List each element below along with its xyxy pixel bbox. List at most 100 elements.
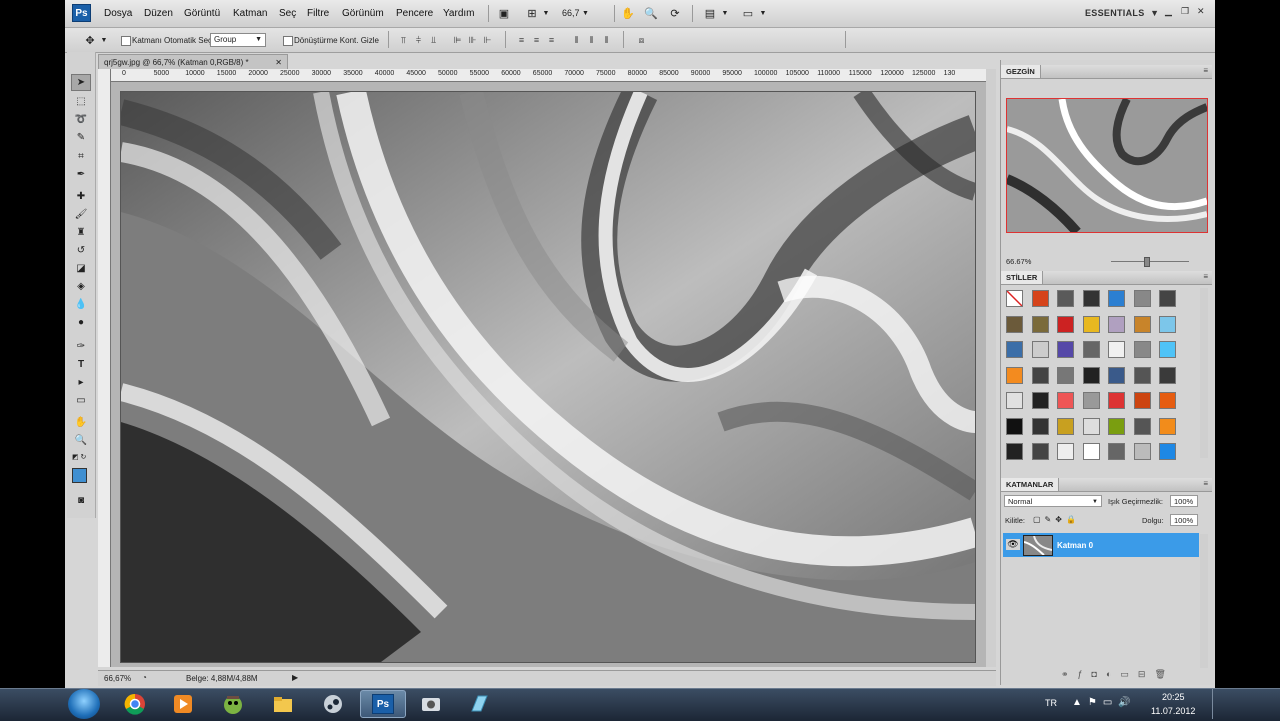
start-button[interactable]	[68, 689, 100, 719]
style-preset-swatch[interactable]	[1057, 443, 1074, 460]
style-preset-swatch[interactable]	[1108, 315, 1125, 333]
style-preset-swatch[interactable]	[1082, 341, 1100, 358]
marquee-tool-icon[interactable]: ⬚	[71, 93, 91, 110]
rotate-view-icon[interactable]: ⟳	[668, 6, 682, 20]
close-icon[interactable]: ✕	[1197, 6, 1205, 17]
style-preset-swatch[interactable]	[1006, 341, 1023, 358]
transform-controls-checkbox[interactable]	[283, 36, 293, 46]
fill-field[interactable]: 100%	[1170, 514, 1198, 526]
menu-help[interactable]: Yardım	[443, 8, 475, 19]
auto-select-checkbox[interactable]	[121, 36, 131, 46]
style-preset-swatch[interactable]	[1057, 315, 1074, 333]
distribute-hcenter-icon[interactable]: ⦀	[585, 34, 598, 46]
style-preset-swatch[interactable]	[1108, 341, 1125, 358]
style-preset-swatch[interactable]	[1006, 417, 1023, 435]
shape-tool-icon[interactable]: ▭	[71, 392, 91, 409]
chevron-down-icon[interactable]: ▼	[718, 6, 732, 20]
style-preset-swatch[interactable]	[1133, 315, 1151, 333]
healing-brush-tool-icon[interactable]: ✚	[71, 188, 91, 205]
view-extras-icon[interactable]: ⊞	[525, 6, 539, 20]
style-preset-swatch[interactable]	[1082, 366, 1100, 384]
style-preset-swatch[interactable]	[1159, 443, 1176, 460]
style-preset-swatch[interactable]	[1057, 366, 1074, 384]
style-preset-swatch[interactable]	[1082, 392, 1100, 409]
style-preset-swatch[interactable]	[1133, 392, 1151, 409]
style-preset-swatch[interactable]	[1108, 417, 1125, 435]
vertical-ruler[interactable]	[98, 69, 111, 667]
zoom-status[interactable]: 66,67%	[104, 674, 131, 683]
image-canvas[interactable]	[121, 92, 975, 662]
menu-window[interactable]: Pencere	[396, 8, 433, 19]
style-preset-swatch[interactable]	[1133, 417, 1151, 435]
menu-image[interactable]: Görüntü	[184, 8, 220, 19]
blend-mode-dropdown[interactable]: Normal ▼	[1004, 495, 1102, 507]
styles-panel-tab[interactable]: STİLLER ≡	[1001, 271, 1212, 285]
auto-select-dropdown[interactable]: Group ▼	[210, 33, 266, 47]
align-bottom-icon[interactable]: ⫫	[427, 34, 440, 46]
style-preset-swatch[interactable]	[1082, 443, 1100, 460]
style-preset-swatch[interactable]	[1108, 443, 1125, 460]
style-preset-swatch[interactable]	[1159, 392, 1176, 409]
workspace-switcher[interactable]: ESSENTIALS ▼	[1085, 8, 1159, 18]
style-preset-swatch[interactable]	[1031, 341, 1049, 358]
align-left-icon[interactable]: ⊫	[451, 34, 464, 46]
default-colors-icon[interactable]: ◩ ↻	[72, 453, 86, 461]
zoom-level-field[interactable]: 66,7 ▼	[562, 6, 600, 20]
move-tool-preset-icon[interactable]: ✥	[83, 33, 97, 47]
navigator-panel-tab[interactable]: GEZGİN ≡	[1001, 65, 1212, 79]
layer-name[interactable]: Katman 0	[1057, 541, 1093, 550]
distribute-left-icon[interactable]: ⦀	[570, 34, 583, 46]
style-preset-swatch[interactable]	[1108, 366, 1125, 384]
zoom-tool-icon[interactable]: 🔍	[71, 432, 91, 449]
status-arrow-icon[interactable]: ▶	[292, 673, 298, 682]
style-preset-swatch[interactable]	[1031, 315, 1049, 333]
steam-icon[interactable]	[310, 690, 356, 718]
style-preset-swatch[interactable]	[1057, 290, 1074, 307]
minimize-icon[interactable]: ▁	[1165, 6, 1172, 17]
hand-tool-icon[interactable]: ✋	[621, 6, 635, 20]
menu-layer[interactable]: Katman	[233, 8, 267, 19]
style-preset-swatch[interactable]	[1159, 315, 1176, 333]
tray-icons[interactable]: ▲⚑▭🔊	[1072, 697, 1137, 708]
chrome-icon[interactable]	[112, 690, 158, 718]
history-brush-tool-icon[interactable]: ↺	[71, 242, 91, 259]
style-preset-swatch[interactable]	[1108, 290, 1125, 307]
photoshop-logo[interactable]: Ps	[72, 4, 91, 22]
style-preset-swatch[interactable]	[1133, 341, 1151, 358]
foreground-color-swatch[interactable]	[72, 468, 87, 483]
vertical-scrollbar[interactable]	[986, 69, 996, 667]
opacity-field[interactable]: 100%	[1170, 495, 1198, 507]
distribute-top-icon[interactable]: ≡	[515, 34, 528, 46]
style-preset-swatch[interactable]	[1006, 366, 1023, 384]
style-preset-swatch[interactable]	[1133, 366, 1151, 384]
game-app-icon[interactable]	[210, 690, 256, 718]
distribute-vcenter-icon[interactable]: ≡	[530, 34, 543, 46]
close-tab-icon[interactable]: ✕	[275, 55, 282, 70]
path-select-tool-icon[interactable]: ▸	[71, 374, 91, 391]
camera-app-icon[interactable]	[408, 690, 454, 718]
style-preset-swatch[interactable]	[1082, 290, 1100, 307]
lasso-tool-icon[interactable]: ➰	[71, 111, 91, 128]
zoom-tool-icon[interactable]: 🔍	[644, 6, 658, 20]
lock-icons[interactable]: ▢✎✥🔒	[1033, 515, 1080, 524]
notes-app-icon[interactable]	[456, 690, 502, 718]
chevron-down-icon[interactable]: ▼	[756, 6, 770, 20]
eraser-tool-icon[interactable]: ◪	[71, 260, 91, 277]
align-right-icon[interactable]: ⊩	[481, 34, 494, 46]
style-preset-swatch[interactable]	[1159, 341, 1176, 358]
chevron-down-icon[interactable]: ▼	[539, 6, 553, 20]
style-preset-swatch[interactable]	[1159, 290, 1176, 307]
style-preset-swatch[interactable]	[1108, 392, 1125, 409]
clone-stamp-tool-icon[interactable]: ♜	[71, 224, 91, 241]
restore-icon[interactable]: ❐	[1181, 6, 1189, 17]
layers-scrollbar[interactable]	[1200, 534, 1208, 668]
navigator-zoom-slider[interactable]	[1101, 257, 1201, 267]
quick-mask-icon[interactable]: ◙	[71, 492, 91, 509]
dodge-tool-icon[interactable]: ●	[71, 314, 91, 331]
crop-tool-icon[interactable]: ⌗	[71, 148, 91, 165]
style-preset-swatch[interactable]	[1006, 290, 1023, 307]
menu-file[interactable]: Dosya	[104, 8, 132, 19]
style-preset-swatch[interactable]	[1031, 290, 1049, 307]
style-preset-swatch[interactable]	[1159, 417, 1176, 435]
menu-select[interactable]: Seç	[279, 8, 296, 19]
